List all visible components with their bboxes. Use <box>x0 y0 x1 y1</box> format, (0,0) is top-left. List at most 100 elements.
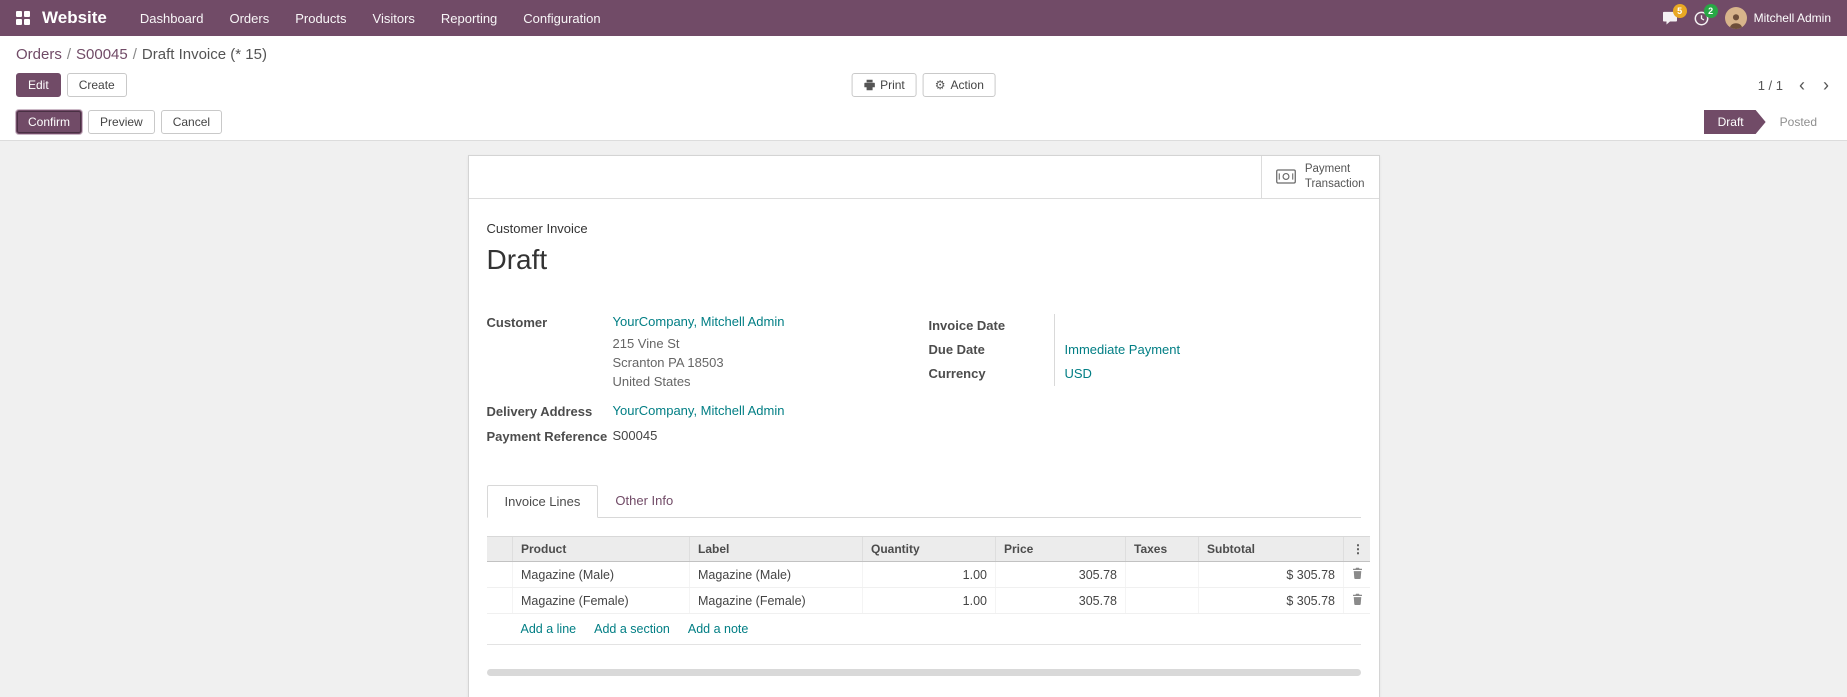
currency-value-link[interactable]: USD <box>1065 366 1092 381</box>
payment-label-line2: Transaction <box>1305 178 1365 190</box>
print-button[interactable]: Print <box>851 73 917 97</box>
notebook-tabs: Invoice Lines Other Info <box>487 485 1361 518</box>
pager-next-icon[interactable]: › <box>1821 76 1831 94</box>
menu-visitors[interactable]: Visitors <box>360 0 428 36</box>
cell-taxes[interactable] <box>1126 588 1199 614</box>
pager-value: 1 / 1 <box>1758 78 1783 93</box>
statusbar: Confirm Preview Cancel Draft Posted <box>0 104 1847 141</box>
action-label: Action <box>951 78 984 92</box>
delete-row-button[interactable] <box>1344 562 1370 588</box>
cell-label[interactable]: Magazine (Male) <box>690 562 863 588</box>
menu-reporting[interactable]: Reporting <box>428 0 510 36</box>
trash-icon <box>1352 593 1363 605</box>
cell-product[interactable]: Magazine (Male) <box>513 562 690 588</box>
breadcrumb-s00045[interactable]: S00045 <box>76 46 128 63</box>
breadcrumb: Orders/S00045/Draft Invoice (* 15) <box>0 36 1847 66</box>
table-header-row: Product Label Quantity Price Taxes Subto… <box>487 537 1370 562</box>
payment-transaction-button[interactable]: Payment Transaction <box>1261 156 1379 198</box>
tab-other-info[interactable]: Other Info <box>598 485 690 517</box>
statusbar-states: Draft Posted <box>1704 110 1831 134</box>
price-column-header[interactable]: Price <box>996 537 1126 562</box>
menu-dashboard[interactable]: Dashboard <box>127 0 217 36</box>
menu-products[interactable]: Products <box>282 0 359 36</box>
customer-address: 215 Vine St Scranton PA 18503 United Sta… <box>613 335 929 392</box>
cancel-button[interactable]: Cancel <box>161 110 222 134</box>
menu-orders[interactable]: Orders <box>216 0 282 36</box>
subtotal-column-header[interactable]: Subtotal <box>1199 537 1344 562</box>
avatar <box>1725 7 1747 29</box>
action-button[interactable]: ⚙ Action <box>923 73 996 97</box>
pager: 1 / 1 ‹ › <box>1758 76 1831 94</box>
delivery-address-label: Delivery Address <box>487 403 613 419</box>
delivery-address-value-link[interactable]: YourCompany, Mitchell Admin <box>613 403 785 419</box>
create-button[interactable]: Create <box>67 73 127 97</box>
gear-icon: ⚙ <box>935 78 946 92</box>
due-date-label: Due Date <box>929 338 1054 362</box>
person-icon <box>1727 11 1745 29</box>
address-line-1: 215 Vine St <box>613 335 929 354</box>
invoice-date-value[interactable] <box>1054 314 1361 338</box>
breadcrumb-orders[interactable]: Orders <box>16 46 62 63</box>
cell-price[interactable]: 305.78 <box>996 588 1126 614</box>
customer-value-link[interactable]: YourCompany, Mitchell Admin <box>613 314 785 330</box>
cell-subtotal: $ 305.78 <box>1199 562 1344 588</box>
confirm-button[interactable]: Confirm <box>16 110 82 134</box>
invoice-lines-table: Product Label Quantity Price Taxes Subto… <box>487 536 1370 614</box>
due-date-value-link[interactable]: Immediate Payment <box>1065 342 1181 357</box>
top-navbar: Website Dashboard Orders Products Visito… <box>0 0 1847 36</box>
app-brand[interactable]: Website <box>42 8 107 28</box>
table-row[interactable]: Magazine (Female) Magazine (Female) 1.00… <box>487 588 1370 614</box>
invoice-sheet: Payment Transaction Customer Invoice Dra… <box>468 155 1380 697</box>
address-line-3: United States <box>613 373 929 392</box>
systray: 5 2 Mitchell Admin <box>1662 7 1831 29</box>
currency-label: Currency <box>929 362 1054 386</box>
user-name: Mitchell Admin <box>1754 11 1831 25</box>
field-groups: Customer YourCompany, Mitchell Admin 215… <box>487 314 1361 450</box>
cell-product[interactable]: Magazine (Female) <box>513 588 690 614</box>
taxes-column-header[interactable]: Taxes <box>1126 537 1199 562</box>
activities-icon[interactable]: 2 <box>1694 11 1709 26</box>
optional-columns-icon[interactable]: ⋮ <box>1344 537 1370 562</box>
field-group-left: Customer YourCompany, Mitchell Admin 215… <box>487 314 929 450</box>
add-a-note-link[interactable]: Add a note <box>688 622 748 636</box>
user-menu[interactable]: Mitchell Admin <box>1725 7 1831 29</box>
menu-configuration[interactable]: Configuration <box>510 0 613 36</box>
preview-button[interactable]: Preview <box>88 110 155 134</box>
messages-icon[interactable]: 5 <box>1662 11 1678 25</box>
product-column-header[interactable]: Product <box>513 537 690 562</box>
status-step-posted[interactable]: Posted <box>1766 110 1831 134</box>
cell-subtotal: $ 305.78 <box>1199 588 1344 614</box>
cell-label[interactable]: Magazine (Female) <box>690 588 863 614</box>
table-row[interactable]: Magazine (Male) Magazine (Male) 1.00 305… <box>487 562 1370 588</box>
document-actions: Print ⚙ Action <box>851 73 996 97</box>
edit-button[interactable]: Edit <box>16 73 61 97</box>
cell-price[interactable]: 305.78 <box>996 562 1126 588</box>
delivery-address-field: Delivery Address YourCompany, Mitchell A… <box>487 403 929 419</box>
horizontal-scrollbar[interactable] <box>487 669 1361 676</box>
delete-row-button[interactable] <box>1344 588 1370 614</box>
field-group-right: Invoice Date Due Date Immediate Payment … <box>929 314 1361 450</box>
activities-badge: 2 <box>1704 4 1718 18</box>
control-panel: Edit Create Print ⚙ Action 1 / 1 ‹ › <box>0 66 1847 104</box>
print-label: Print <box>880 78 905 92</box>
row-handle[interactable] <box>487 562 513 588</box>
apps-menu-icon[interactable] <box>16 11 30 25</box>
document-subtitle: Customer Invoice <box>487 221 1361 236</box>
quantity-column-header[interactable]: Quantity <box>863 537 996 562</box>
row-handle[interactable] <box>487 588 513 614</box>
label-column-header[interactable]: Label <box>690 537 863 562</box>
payment-label-line1: Payment <box>1305 163 1350 175</box>
money-icon <box>1276 169 1296 184</box>
address-line-2: Scranton PA 18503 <box>613 354 929 373</box>
form-buttons: Edit Create <box>16 73 127 97</box>
pager-previous-icon[interactable]: ‹ <box>1797 76 1807 94</box>
cell-taxes[interactable] <box>1126 562 1199 588</box>
add-a-line-link[interactable]: Add a line <box>521 622 577 636</box>
cell-quantity[interactable]: 1.00 <box>863 562 996 588</box>
customer-field: Customer YourCompany, Mitchell Admin <box>487 314 929 330</box>
customer-label: Customer <box>487 314 613 330</box>
status-step-draft[interactable]: Draft <box>1704 110 1766 134</box>
cell-quantity[interactable]: 1.00 <box>863 588 996 614</box>
add-a-section-link[interactable]: Add a section <box>594 622 670 636</box>
tab-invoice-lines[interactable]: Invoice Lines <box>487 485 599 518</box>
